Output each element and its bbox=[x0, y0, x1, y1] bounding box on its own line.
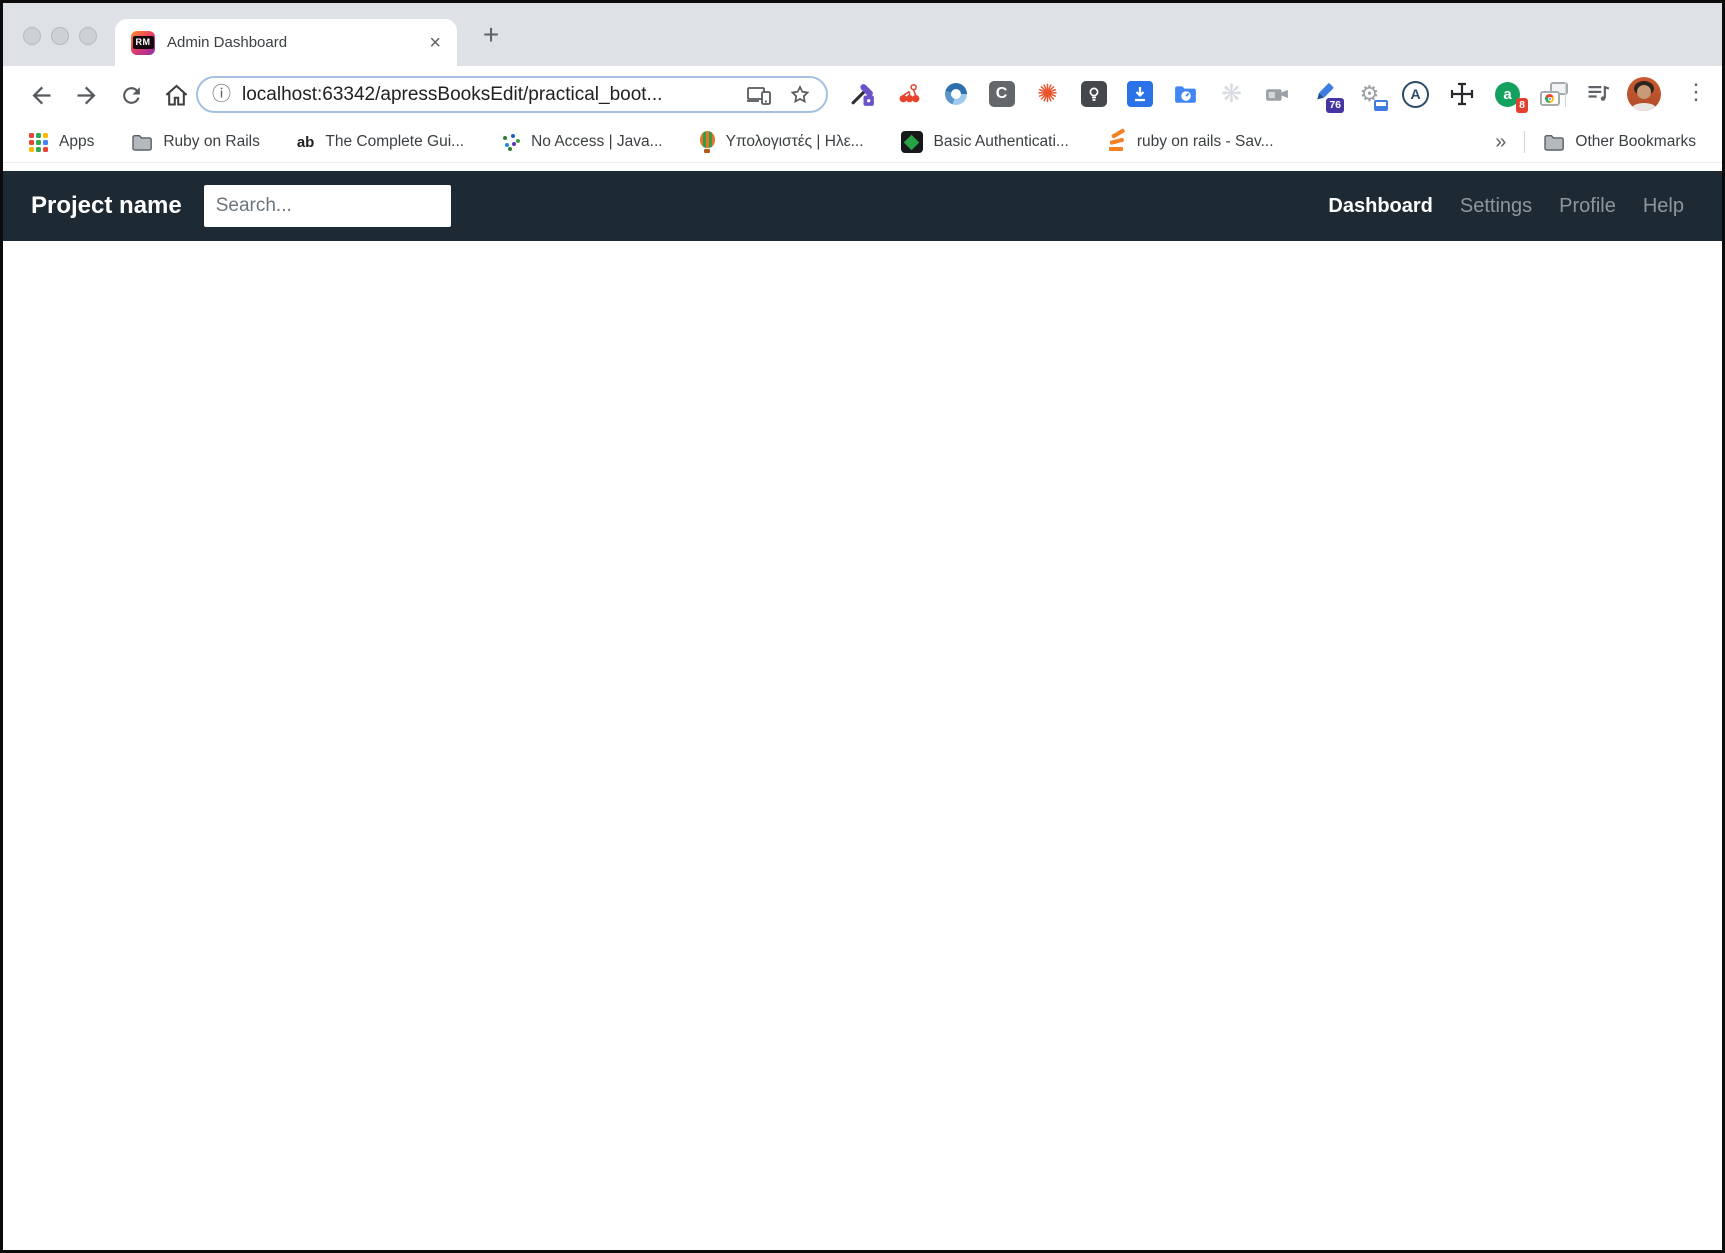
toolbar-divider bbox=[1565, 82, 1566, 107]
c-square-label: C bbox=[988, 81, 1015, 107]
bookmark-ruby-on-rails-stackoverflow[interactable]: ruby on rails - Sav... bbox=[1106, 128, 1274, 152]
forward-icon[interactable] bbox=[70, 79, 102, 111]
browser-menu-icon[interactable]: ⋮ bbox=[1685, 79, 1707, 105]
eyedropper-extension-icon[interactable] bbox=[848, 79, 879, 110]
scatter-dots-icon bbox=[501, 133, 521, 152]
navbar-brand[interactable]: Project name bbox=[31, 192, 182, 220]
ab-icon: ab bbox=[296, 133, 315, 151]
page-info-icon[interactable]: ⓘ bbox=[212, 85, 231, 104]
pen-extension-badge: 76 bbox=[1326, 97, 1344, 113]
minimize-window-button[interactable] bbox=[51, 27, 69, 45]
bookmark-no-access-java[interactable]: No Access | Java... bbox=[501, 133, 663, 152]
green-diamond-icon bbox=[900, 131, 923, 153]
bookmarks-divider bbox=[1524, 131, 1526, 153]
back-icon[interactable] bbox=[25, 79, 57, 111]
orange-gear-extension-icon[interactable]: ✺ bbox=[1032, 79, 1063, 110]
site-navbar: Project name Dashboard Settings Profile … bbox=[3, 171, 1722, 241]
close-window-button[interactable] bbox=[23, 27, 41, 45]
tab-strip: RM Admin Dashboard × + bbox=[3, 3, 1722, 66]
send-to-device-icon[interactable] bbox=[746, 83, 772, 107]
adblock-extension-badge: 8 bbox=[1516, 97, 1528, 113]
window-controls bbox=[23, 27, 97, 45]
stackoverflow-icon bbox=[1106, 128, 1126, 152]
nav-link-dashboard[interactable]: Dashboard bbox=[1328, 195, 1432, 218]
rubymine-favicon-icon: RM bbox=[131, 30, 155, 55]
bookmark-ruby-on-rails[interactable]: Ruby on Rails bbox=[131, 133, 260, 151]
navbar-links: Dashboard Settings Profile Help bbox=[1328, 195, 1684, 218]
new-tab-button[interactable]: + bbox=[473, 17, 509, 53]
bookmark-star-icon[interactable] bbox=[788, 83, 812, 107]
balloon-icon bbox=[699, 131, 715, 153]
browser-tab[interactable]: RM Admin Dashboard × bbox=[115, 19, 457, 66]
favicon-text: RM bbox=[132, 36, 154, 49]
pen-annotator-extension-icon[interactable]: 76 bbox=[1308, 79, 1344, 113]
reload-icon[interactable] bbox=[115, 79, 147, 111]
nav-link-profile[interactable]: Profile bbox=[1559, 195, 1616, 218]
lighthouse-extension-icon[interactable] bbox=[1078, 79, 1109, 110]
home-icon[interactable] bbox=[160, 79, 192, 111]
download-extension-icon[interactable] bbox=[1124, 79, 1155, 110]
nav-link-help[interactable]: Help bbox=[1643, 195, 1684, 218]
folder-gauge-extension-icon[interactable] bbox=[1170, 79, 1201, 110]
other-bookmarks-button[interactable]: Other Bookmarks bbox=[1543, 133, 1696, 151]
folder-icon bbox=[132, 134, 153, 151]
a-circle-extension-icon[interactable]: A bbox=[1400, 79, 1431, 110]
page-content: Project name Dashboard Settings Profile … bbox=[3, 163, 1722, 1250]
address-bar[interactable]: ⓘ localhost:63342/apressBooksEdit/practi… bbox=[196, 76, 828, 113]
camera-extension-icon[interactable] bbox=[1262, 79, 1293, 110]
bookmarks-overflow-icon[interactable]: » bbox=[1495, 131, 1506, 154]
url-text[interactable]: localhost:63342/apressBooksEdit/practica… bbox=[242, 84, 730, 106]
folder-icon bbox=[1544, 134, 1565, 151]
extensions-row: C ✺ ❋ 76 ⚙ A a 8 bbox=[848, 66, 1569, 122]
zoom-window-button[interactable] bbox=[79, 27, 97, 45]
people-graph-extension-icon[interactable] bbox=[894, 79, 925, 110]
bookmark-basic-authentication[interactable]: Basic Authenticati... bbox=[900, 131, 1069, 153]
bookmark-the-complete-guide[interactable]: ab The Complete Gui... bbox=[297, 133, 464, 151]
close-tab-icon[interactable]: × bbox=[429, 33, 441, 53]
nav-link-settings[interactable]: Settings bbox=[1460, 195, 1532, 218]
bookmark-apps[interactable]: Apps bbox=[29, 132, 94, 152]
apps-grid-icon bbox=[29, 132, 48, 152]
media-queue-icon[interactable] bbox=[1585, 79, 1613, 112]
tab-title: Admin Dashboard bbox=[167, 34, 288, 51]
gear-window-extension-icon[interactable]: ⚙ bbox=[1354, 79, 1388, 111]
profile-avatar[interactable] bbox=[1627, 77, 1661, 111]
bookmark-ypologistes[interactable]: Υπολογιστές | Ηλε... bbox=[699, 131, 864, 153]
adblock-extension-icon[interactable]: a 8 bbox=[1492, 79, 1528, 113]
bookmarks-bar: Apps Ruby on Rails ab The Complete Gui..… bbox=[3, 122, 1722, 163]
disabled-flower-extension-icon[interactable]: ❋ bbox=[1216, 79, 1247, 110]
c-square-extension-icon[interactable]: C bbox=[986, 79, 1017, 110]
browser-toolbar: ⓘ localhost:63342/apressBooksEdit/practi… bbox=[3, 66, 1722, 122]
search-input[interactable] bbox=[203, 185, 451, 227]
page-top-gap bbox=[3, 163, 1722, 171]
crosshair-extension-icon[interactable] bbox=[1446, 79, 1477, 110]
blue-swirl-extension-icon[interactable] bbox=[940, 79, 971, 110]
browser-window: RM Admin Dashboard × + ⓘ localhost:63342… bbox=[0, 0, 1725, 1253]
